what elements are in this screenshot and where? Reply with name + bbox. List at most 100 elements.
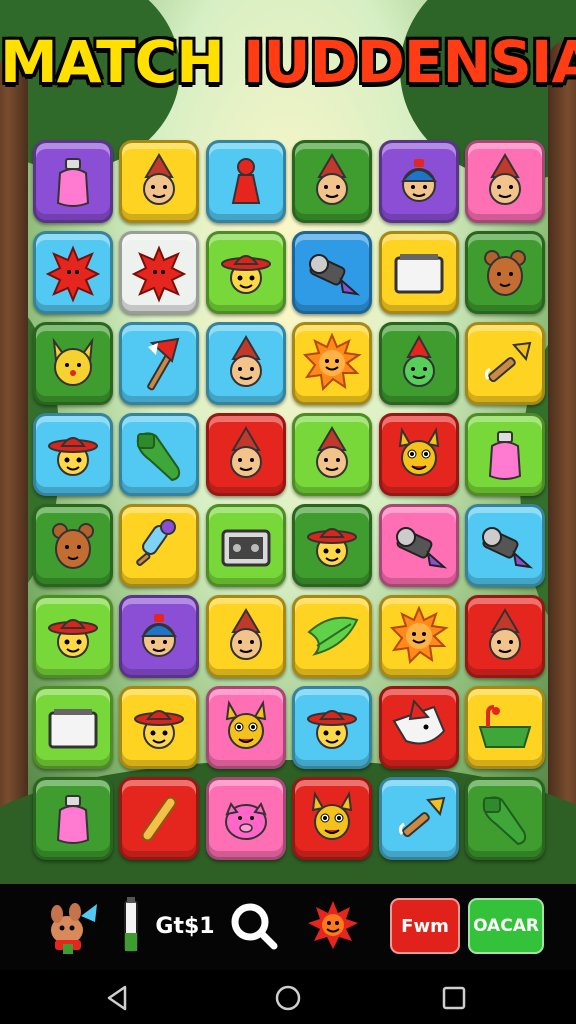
pig-face-icon bbox=[224, 801, 267, 840]
sun-face-icon bbox=[303, 332, 362, 391]
hat-face-icon bbox=[48, 436, 98, 476]
board-tile[interactable] bbox=[292, 231, 373, 314]
bottle-icon bbox=[56, 794, 90, 844]
home-nav-icon[interactable] bbox=[270, 980, 306, 1016]
board-tile[interactable] bbox=[465, 504, 545, 587]
red-splat-icon bbox=[132, 244, 187, 303]
game-scene: MATCH IUDDENSIA bbox=[0, 0, 576, 884]
board-tile[interactable] bbox=[292, 413, 373, 496]
board-tile[interactable] bbox=[292, 777, 373, 860]
gnome-face-icon bbox=[229, 425, 262, 478]
arrow-icon bbox=[398, 796, 445, 837]
red-splat-icon bbox=[45, 244, 101, 303]
board-tile[interactable] bbox=[33, 322, 113, 405]
glove-icon bbox=[137, 431, 181, 481]
arrow-icon bbox=[484, 341, 532, 382]
game-board bbox=[33, 140, 545, 868]
sun-monster-icon[interactable] bbox=[308, 896, 358, 956]
board-tile[interactable] bbox=[465, 595, 545, 678]
board-tile[interactable] bbox=[33, 413, 113, 496]
system-nav-bar bbox=[0, 970, 576, 1024]
critter-face-icon bbox=[398, 426, 439, 476]
board-tile[interactable] bbox=[378, 595, 459, 678]
bottle-icon bbox=[56, 157, 90, 207]
tv-box-icon bbox=[394, 253, 444, 293]
back-nav-icon[interactable] bbox=[100, 980, 136, 1016]
board-tile[interactable] bbox=[119, 777, 200, 860]
gnome-face-icon bbox=[143, 152, 176, 205]
hat-face-icon bbox=[134, 709, 185, 749]
board-tile[interactable] bbox=[33, 595, 113, 678]
board-tile[interactable] bbox=[465, 322, 545, 405]
gnome-face-icon bbox=[316, 152, 349, 205]
red-action-button[interactable]: Fwm bbox=[390, 898, 460, 954]
recents-nav-icon[interactable] bbox=[436, 980, 472, 1016]
leaf-icon bbox=[307, 616, 359, 656]
board-tile[interactable] bbox=[292, 322, 373, 405]
board-tile[interactable] bbox=[205, 595, 286, 678]
board-tile[interactable] bbox=[33, 777, 113, 860]
board-tile[interactable] bbox=[292, 504, 373, 587]
hat-face-icon bbox=[48, 618, 98, 658]
boy-face-icon bbox=[141, 613, 178, 657]
board-tile[interactable] bbox=[292, 686, 373, 769]
gnome-face-icon bbox=[229, 334, 262, 387]
title-part-1: MATCH bbox=[0, 28, 243, 96]
boy-face-icon bbox=[400, 158, 437, 202]
board-tile[interactable] bbox=[33, 686, 113, 769]
board-tile[interactable] bbox=[119, 413, 200, 496]
board-tile[interactable] bbox=[119, 595, 200, 678]
green-action-button[interactable]: OACAR bbox=[468, 898, 544, 954]
radio-icon bbox=[221, 529, 271, 566]
gnome-face-icon bbox=[229, 607, 262, 660]
board-tile[interactable] bbox=[205, 231, 286, 314]
gnome-face-icon bbox=[489, 607, 521, 660]
board-tile[interactable] bbox=[205, 140, 286, 223]
board-tile[interactable] bbox=[119, 322, 200, 405]
board-tile[interactable] bbox=[378, 140, 459, 223]
board-tile[interactable] bbox=[205, 322, 286, 405]
critter-face-icon bbox=[312, 790, 353, 840]
tube-item-icon[interactable] bbox=[118, 896, 144, 956]
board-tile[interactable] bbox=[119, 140, 200, 223]
board-tile[interactable] bbox=[465, 140, 545, 223]
board-tile[interactable] bbox=[119, 504, 200, 587]
bathtub-icon bbox=[478, 704, 532, 748]
counter-label: Gt$1 bbox=[155, 913, 215, 939]
board-tile[interactable] bbox=[465, 231, 545, 314]
board-tile[interactable] bbox=[205, 686, 286, 769]
pawn-icon bbox=[231, 157, 261, 204]
critter-face-icon bbox=[225, 699, 266, 749]
green-gnome-icon bbox=[402, 334, 435, 387]
board-tile[interactable] bbox=[378, 231, 459, 314]
paintbrush-icon bbox=[136, 518, 177, 566]
search-icon[interactable] bbox=[226, 898, 282, 954]
board-tile[interactable] bbox=[205, 413, 286, 496]
board-tile[interactable] bbox=[465, 686, 545, 769]
board-tile[interactable] bbox=[119, 231, 200, 314]
board-tile[interactable] bbox=[378, 413, 459, 496]
board-tile[interactable] bbox=[465, 413, 545, 496]
mascot-powerup-icon[interactable] bbox=[40, 894, 102, 958]
board-tile[interactable] bbox=[205, 504, 286, 587]
board-tile[interactable] bbox=[33, 140, 113, 223]
board-tile[interactable] bbox=[378, 322, 459, 405]
cat-face-icon bbox=[52, 336, 94, 386]
gnome-face-icon bbox=[316, 425, 349, 478]
board-tile[interactable] bbox=[292, 140, 373, 223]
board-tile[interactable] bbox=[378, 504, 459, 587]
sun-face-icon bbox=[389, 605, 449, 664]
board-tile[interactable] bbox=[119, 686, 200, 769]
tree-trunk-left bbox=[0, 60, 28, 880]
board-tile[interactable] bbox=[378, 686, 459, 769]
glove-icon bbox=[482, 795, 527, 845]
bottle-icon bbox=[488, 430, 522, 480]
board-tile[interactable] bbox=[378, 777, 459, 860]
board-tile[interactable] bbox=[465, 777, 545, 860]
bat-icon bbox=[141, 796, 177, 841]
animal-face-icon bbox=[52, 522, 94, 569]
board-tile[interactable] bbox=[205, 777, 286, 860]
board-tile[interactable] bbox=[33, 231, 113, 314]
board-tile[interactable] bbox=[292, 595, 373, 678]
board-tile[interactable] bbox=[33, 504, 113, 587]
